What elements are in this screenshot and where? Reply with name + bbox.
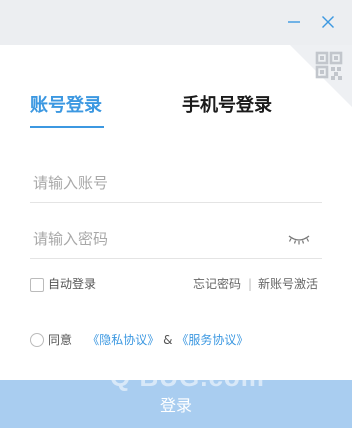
eye-closed-icon[interactable] xyxy=(287,231,311,247)
title-bar xyxy=(0,0,352,45)
service-agreement-link[interactable]: 《服务协议》 xyxy=(176,333,248,347)
agreement-row: 同意 《隐私协议》 & 《服务协议》 xyxy=(48,332,248,349)
minimize-icon xyxy=(288,21,300,23)
agree-radio[interactable] xyxy=(30,333,44,347)
login-button-label: 登录 xyxy=(159,396,192,415)
auto-login-label[interactable]: 自动登录 xyxy=(48,276,96,293)
link-separator: | xyxy=(248,277,253,291)
qr-login-toggle[interactable] xyxy=(290,45,352,107)
close-button[interactable] xyxy=(316,10,340,34)
account-field xyxy=(30,166,322,203)
agree-label[interactable]: 同意 xyxy=(48,333,72,347)
tab-account-login[interactable]: 账号登录 xyxy=(30,92,102,120)
close-icon xyxy=(322,16,334,28)
forgot-password-link[interactable]: 忘记密码 xyxy=(193,276,241,293)
password-field xyxy=(30,222,322,259)
account-input[interactable] xyxy=(33,166,273,200)
auto-login-checkbox[interactable] xyxy=(30,278,44,292)
qr-code-icon xyxy=(290,45,352,107)
watermark: Q BUG.com xyxy=(110,362,265,392)
minimize-button[interactable] xyxy=(282,10,306,34)
tab-phone-login[interactable]: 手机号登录 xyxy=(182,92,272,120)
active-tab-indicator xyxy=(30,126,104,128)
activate-account-link[interactable]: 新账号激活 xyxy=(258,276,318,293)
password-input[interactable] xyxy=(33,222,273,256)
privacy-policy-link[interactable]: 《隐私协议》 xyxy=(87,333,159,347)
ampersand: & xyxy=(163,333,173,347)
